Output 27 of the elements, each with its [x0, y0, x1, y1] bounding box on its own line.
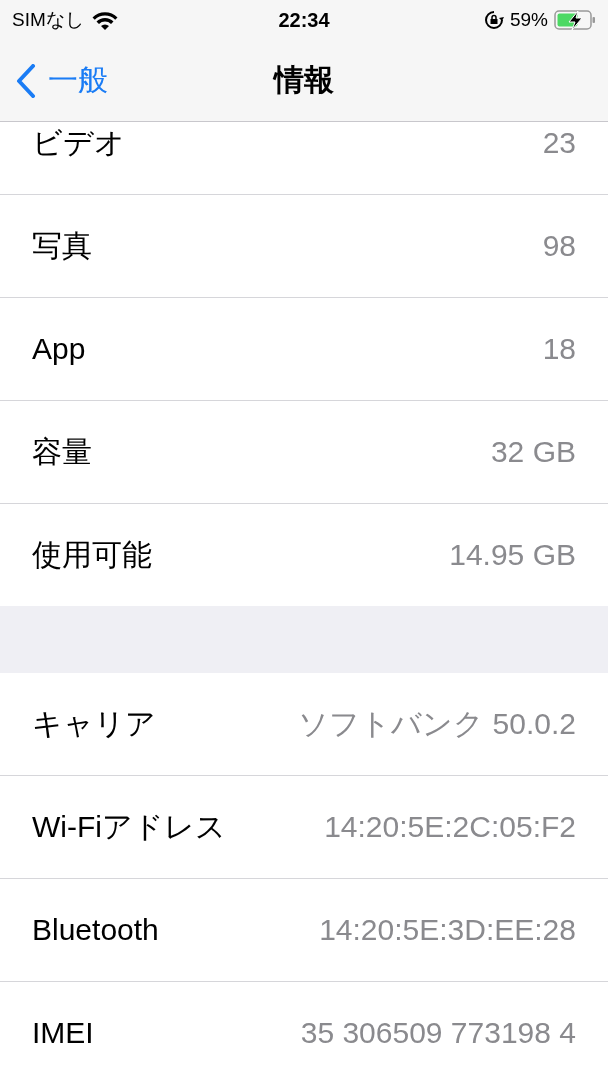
row-label: キャリア: [32, 705, 156, 742]
back-chevron-icon: [16, 63, 36, 98]
row-value: 32 GB: [490, 435, 576, 469]
rotation-lock-icon: [483, 10, 504, 30]
battery-charging-icon: [554, 10, 596, 30]
clock-time: 22:34: [278, 8, 330, 32]
carrier-label: SIMなし: [12, 8, 84, 32]
row-value: 14:20:5E:3D:EE:28: [319, 913, 576, 947]
row-label: 写真: [32, 227, 92, 264]
row-label: IMEI: [32, 1016, 94, 1050]
row-value: 35 306509 773198 4: [300, 1016, 576, 1050]
back-button[interactable]: 一般: [0, 59, 114, 102]
row-label: ビデオ: [32, 124, 125, 161]
battery-percent: 59%: [509, 9, 548, 31]
row-value: 18: [542, 332, 576, 366]
row-label: 容量: [32, 433, 92, 470]
row-label: Bluetooth: [32, 913, 159, 947]
row-value: 14:20:5E:2C:05:F2: [324, 810, 576, 844]
page-title: 情報: [274, 62, 334, 98]
row-label: App: [32, 332, 86, 366]
row-label: Wi-Fiアドレス: [32, 808, 226, 845]
row-value: 23: [542, 126, 576, 160]
row-value: ソフトバンク 50.0.2: [298, 705, 576, 742]
row-label: 使用可能: [32, 536, 152, 573]
wifi-icon: [91, 10, 118, 30]
row-value: 14.95 GB: [449, 538, 576, 572]
row-value: 98: [542, 229, 576, 263]
